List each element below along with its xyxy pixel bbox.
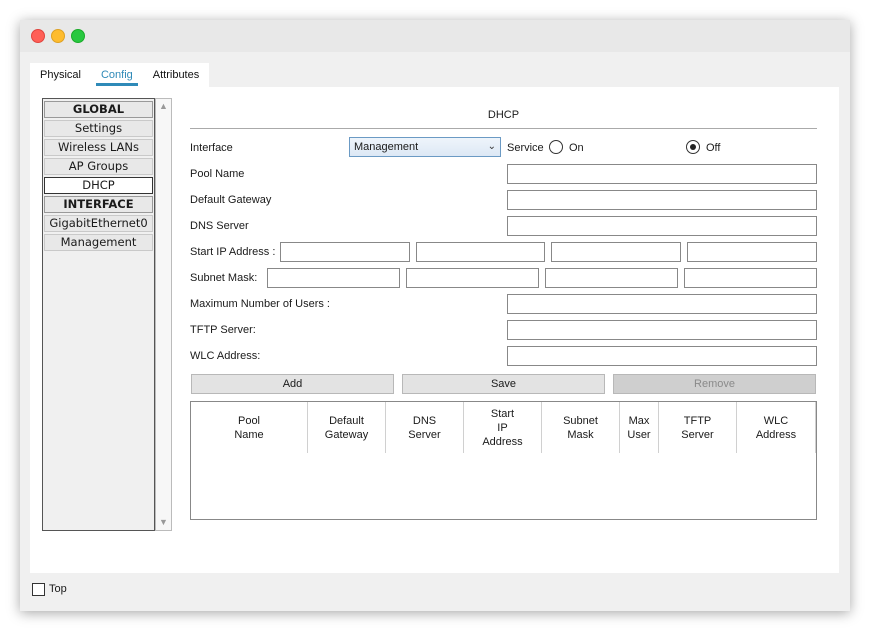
column-header-dns-server: DNS Server: [386, 402, 464, 453]
pool-name-label: Pool Name: [190, 168, 245, 180]
dns-server-input[interactable]: [507, 216, 817, 236]
column-header-max-user: Max User: [620, 402, 659, 453]
save-button[interactable]: Save: [402, 374, 605, 394]
top-checkbox[interactable]: [32, 583, 45, 596]
app-window: Physical Config Attributes GLOBAL Settin…: [20, 20, 850, 611]
service-on-label: On: [569, 142, 584, 154]
start-ip-octet-2[interactable]: [416, 242, 545, 262]
pool-name-input[interactable]: [507, 164, 817, 184]
column-header-subnet-mask: Subnet Mask: [542, 402, 620, 453]
top-checkbox-label: Top: [49, 583, 67, 595]
tftp-server-label: TFTP Server:: [190, 324, 256, 336]
subnet-mask-octet-4[interactable]: [684, 268, 817, 288]
dhcp-pool-table[interactable]: Pool Name Default Gateway DNS Server Sta…: [190, 401, 817, 520]
subnet-mask-octet-2[interactable]: [406, 268, 539, 288]
nav-scrollbar[interactable]: ▲ ▼: [155, 98, 172, 531]
close-window-button[interactable]: [31, 29, 45, 43]
interface-select-value: Management: [354, 141, 419, 153]
interface-label: Interface: [190, 142, 233, 154]
config-panel: GLOBAL Settings Wireless LANs AP Groups …: [30, 87, 839, 573]
service-label: Service: [507, 142, 544, 154]
interface-select[interactable]: Management ⌄: [349, 137, 501, 157]
start-ip-octet-3[interactable]: [551, 242, 681, 262]
chevron-down-icon[interactable]: ▼: [156, 515, 171, 530]
subnet-mask-octet-1[interactable]: [267, 268, 400, 288]
nav-item-wireless-lans[interactable]: Wireless LANs: [44, 139, 153, 156]
column-header-default-gateway: Default Gateway: [308, 402, 386, 453]
chevron-up-icon[interactable]: ▲: [156, 99, 171, 114]
service-on-radio[interactable]: [549, 140, 563, 154]
wlc-address-input[interactable]: [507, 346, 817, 366]
default-gateway-label: Default Gateway: [190, 194, 272, 206]
nav-header-global[interactable]: GLOBAL: [44, 101, 153, 118]
default-gateway-input[interactable]: [507, 190, 817, 210]
start-ip-octet-1[interactable]: [280, 242, 410, 262]
start-ip-octet-4[interactable]: [687, 242, 817, 262]
max-users-input[interactable]: [507, 294, 817, 314]
nav-item-ap-groups[interactable]: AP Groups: [44, 158, 153, 175]
title-bar: [20, 20, 850, 52]
wlc-address-label: WLC Address:: [190, 350, 261, 362]
nav-item-dhcp[interactable]: DHCP: [44, 177, 153, 194]
tab-physical[interactable]: Physical: [30, 63, 91, 87]
dns-server-label: DNS Server: [190, 220, 249, 232]
service-off-label: Off: [706, 142, 721, 154]
subnet-mask-label: Subnet Mask:: [190, 272, 258, 284]
add-button[interactable]: Add: [191, 374, 394, 394]
tab-bar: Physical Config Attributes: [30, 63, 210, 87]
tab-attributes[interactable]: Attributes: [142, 63, 210, 87]
column-header-start-ip: Start IP Address: [464, 402, 542, 453]
nav-item-gigabitethernet0[interactable]: GigabitEthernet0: [44, 215, 153, 232]
section-title: DHCP: [487, 109, 520, 121]
nav-item-management[interactable]: Management: [44, 234, 153, 251]
nav-item-settings[interactable]: Settings: [44, 120, 153, 137]
start-ip-label: Start IP Address :: [190, 246, 276, 258]
dhcp-form: DHCP Interface Management ⌄ Service On O…: [190, 87, 817, 573]
column-header-tftp-server: TFTP Server: [659, 402, 737, 453]
column-header-wlc-address: WLC Address: [737, 402, 816, 453]
title-divider: [190, 128, 817, 129]
maximize-window-button[interactable]: [71, 29, 85, 43]
tab-config[interactable]: Config: [90, 63, 143, 87]
config-nav-list: GLOBAL Settings Wireless LANs AP Groups …: [42, 98, 155, 531]
subnet-mask-octet-3[interactable]: [545, 268, 678, 288]
tftp-server-input[interactable]: [507, 320, 817, 340]
minimize-window-button[interactable]: [51, 29, 65, 43]
chevron-down-icon: ⌄: [487, 141, 496, 152]
remove-button[interactable]: Remove: [613, 374, 816, 394]
max-users-label: Maximum Number of Users :: [190, 298, 330, 310]
nav-header-interface[interactable]: INTERFACE: [44, 196, 153, 213]
column-header-pool-name: Pool Name: [191, 402, 308, 453]
service-off-radio[interactable]: [686, 140, 700, 154]
